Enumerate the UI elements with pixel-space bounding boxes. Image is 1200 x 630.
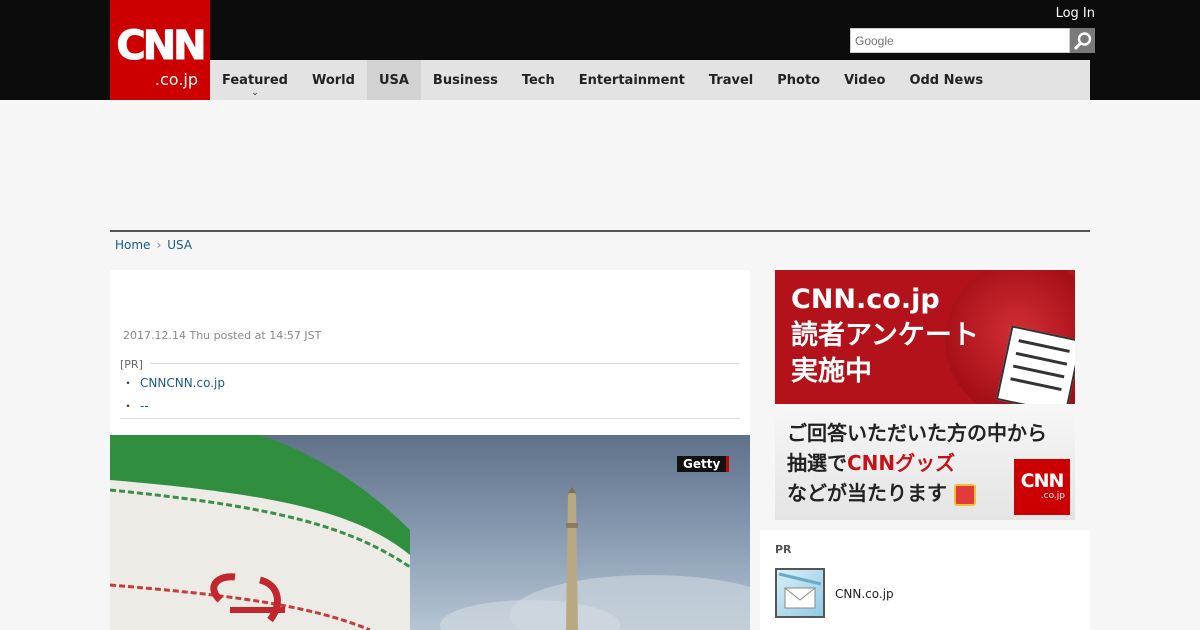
logo-text: CNN xyxy=(116,23,207,69)
pr-link[interactable]: -- xyxy=(140,399,149,413)
survey-sub-suffix: などが当たります xyxy=(787,481,947,505)
breadcrumb-section[interactable]: USA xyxy=(167,238,192,252)
chevron-down-icon: ⌄ xyxy=(251,88,259,98)
survey-sub-highlight: CNNグッズ xyxy=(847,451,956,475)
survey-ad-banner[interactable]: CNN.co.jp 読者アンケート 実施中 ご回答いただいた方の中から 抽選でC… xyxy=(775,270,1075,520)
search-button[interactable] xyxy=(1070,28,1095,53)
posted-timestamp: 2017.12.14 Thu posted at 14:57 JST xyxy=(123,329,322,342)
logo-subtext: .co.jp xyxy=(154,70,198,89)
breadcrumb: Home › USA xyxy=(115,238,192,252)
main-nav: Featured ⌄ World USA Business Tech Enter… xyxy=(210,60,1090,100)
survey-title-line: 実施中 xyxy=(791,356,872,387)
nav-label: Featured xyxy=(222,72,288,88)
survey-sub-line: などが当たります xyxy=(787,478,1047,508)
gift-icon xyxy=(953,483,976,506)
survey-sub-line: ご回答いただいた方の中から xyxy=(787,421,1047,445)
survey-cnn-logo: CNN .co.jp xyxy=(1014,459,1070,515)
article-card: 2017.12.14 Thu posted at 14:57 JST [PR] … xyxy=(110,270,750,630)
survey-sub-prefix: 抽選で xyxy=(787,451,847,475)
pr-box: PR CNN.co.jp xyxy=(760,530,1090,630)
image-credit-badge: Getty xyxy=(677,456,730,472)
flag-missile-illustration xyxy=(110,435,750,630)
nav-item-business[interactable]: Business xyxy=(421,60,510,100)
pr-link[interactable]: CNNCNN.co.jp xyxy=(140,376,225,390)
content-divider xyxy=(110,230,1090,232)
survey-ad-subtext: ご回答いただいた方の中から 抽選でCNNグッズ などが当たります xyxy=(787,418,1047,508)
cnn-logo[interactable]: CNN .co.jp xyxy=(110,0,210,100)
pr-label: [PR] xyxy=(120,358,143,371)
survey-sub-line: 抽選でCNNグッズ xyxy=(787,448,1047,478)
pr-link-item: ・ CNNCNN.co.jp xyxy=(122,374,225,391)
search-icon xyxy=(1073,31,1091,50)
hero-image: Getty xyxy=(110,435,750,630)
pr-link-item: ・ -- xyxy=(122,397,149,414)
pr-divider-bottom xyxy=(120,418,740,419)
breadcrumb-home[interactable]: Home xyxy=(115,238,150,252)
search-input[interactable] xyxy=(850,28,1070,53)
chevron-right-icon: › xyxy=(156,238,162,252)
nav-item-photo[interactable]: Photo xyxy=(765,60,832,100)
bullet-icon: ・ xyxy=(122,399,135,413)
survey-ad-title: CNN.co.jp 読者アンケート 実施中 xyxy=(791,282,979,390)
survey-ad-bottom: ご回答いただいた方の中から 抽選でCNNグッズ などが当たります CNN .co… xyxy=(775,404,1075,520)
pr-box-link[interactable]: CNN.co.jp xyxy=(835,587,894,601)
nav-item-travel[interactable]: Travel xyxy=(697,60,765,100)
nav-item-world[interactable]: World xyxy=(300,60,367,100)
survey-ad-top: CNN.co.jp 読者アンケート 実施中 xyxy=(775,270,1075,404)
pr-divider xyxy=(150,363,740,364)
bullet-icon: ・ xyxy=(122,376,135,390)
login-link[interactable]: Log In xyxy=(1056,6,1095,21)
envelope-icon xyxy=(778,572,822,609)
survey-title-line: 読者アンケート xyxy=(791,320,979,351)
nav-item-featured[interactable]: Featured ⌄ xyxy=(210,60,300,100)
survey-title-line: CNN.co.jp xyxy=(791,284,940,315)
nav-item-odd-news[interactable]: Odd News xyxy=(897,60,995,100)
nav-item-video[interactable]: Video xyxy=(832,60,897,100)
survey-logo-subtext: .co.jp xyxy=(1040,491,1065,501)
nav-item-tech[interactable]: Tech xyxy=(510,60,567,100)
survey-logo-text: CNN xyxy=(1020,470,1065,492)
pr-thumbnail[interactable] xyxy=(775,568,825,618)
pr-box-label: PR xyxy=(775,543,792,556)
nav-item-usa[interactable]: USA xyxy=(366,60,421,100)
nav-item-entertainment[interactable]: Entertainment xyxy=(567,60,697,100)
